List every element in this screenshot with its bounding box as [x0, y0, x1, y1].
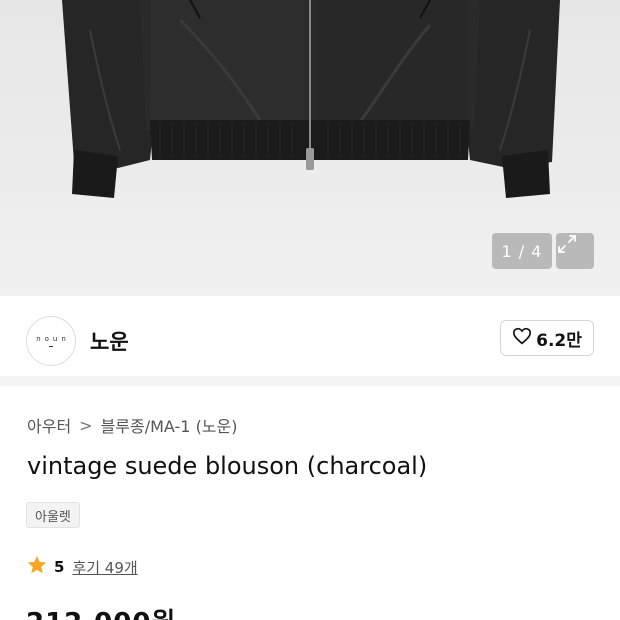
product-price: 212,000원 — [26, 602, 176, 620]
image-counter: 1 / 4 — [492, 233, 552, 269]
breadcrumb: 아우터 > 블루종/MA-1 (노운) — [27, 413, 238, 437]
brand-logo[interactable]: noun — [26, 316, 76, 366]
breadcrumb-separator: > — [79, 415, 93, 435]
rating-row: 5 후기 49개 — [26, 554, 138, 580]
outlet-badge: 아울렛 — [26, 502, 80, 528]
reviews-link[interactable]: 후기 49개 — [72, 557, 137, 578]
breadcrumb-item-category[interactable]: 블루종/MA-1 (노운) — [101, 413, 238, 437]
brand-row: noun 노운 6.2만 — [0, 296, 620, 386]
like-count: 6.2만 — [536, 330, 582, 351]
like-button[interactable]: 6.2만 — [500, 320, 594, 356]
rating-value: 5 — [54, 558, 65, 576]
product-image-gallery[interactable]: 1 / 4 — [0, 0, 620, 296]
brand-name[interactable]: 노운 — [90, 326, 129, 356]
breadcrumb-item-outer[interactable]: 아우터 — [27, 413, 71, 437]
expand-button[interactable] — [556, 233, 594, 269]
brand-logo-text: noun — [36, 335, 70, 343]
product-title: vintage suede blouson (charcoal) — [27, 452, 428, 480]
heart-icon — [512, 327, 532, 350]
star-icon — [26, 554, 48, 580]
logo-underline — [49, 346, 53, 347]
